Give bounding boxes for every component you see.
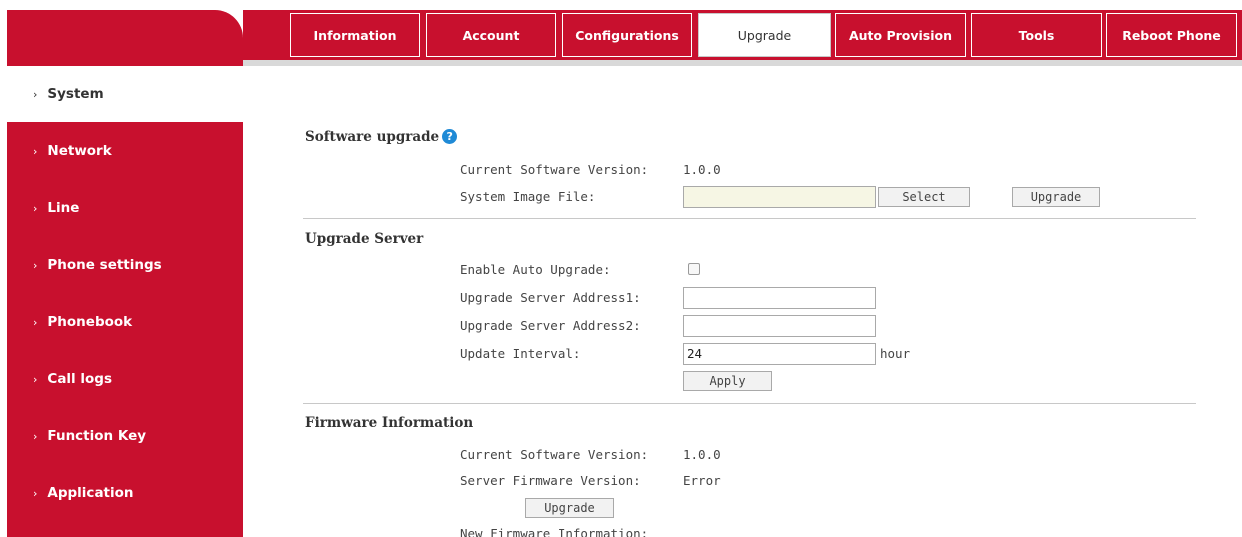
system-image-file-label: System Image File: (460, 189, 596, 204)
chevron-right-icon: › (33, 315, 38, 329)
tab-tools[interactable]: Tools (971, 13, 1102, 57)
tab-configurations[interactable]: Configurations (562, 13, 692, 57)
sidebar-item-network[interactable]: › Network (7, 123, 243, 179)
tab-upgrade[interactable]: Upgrade (698, 13, 831, 57)
firmware-information-title: Firmware Information (305, 415, 474, 431)
section-divider (303, 218, 1196, 219)
tab-reboot-phone[interactable]: Reboot Phone (1106, 13, 1237, 57)
sidebar-item-phonebook[interactable]: › Phonebook (7, 294, 243, 350)
sidebar-item-application[interactable]: › Application (7, 465, 243, 521)
sidebar-item-label: Function Key (47, 428, 147, 444)
select-file-button[interactable]: Select (878, 187, 970, 207)
sidebar: › System › Network › Line › Phone settin… (7, 10, 243, 537)
new-firmware-information-label: New Firmware Information: (460, 526, 649, 537)
current-software-version-label: Current Software Version: (460, 162, 649, 177)
upgrade-server-address2-input[interactable] (683, 315, 876, 337)
sidebar-item-label: Application (47, 485, 134, 501)
upgrade-server-title: Upgrade Server (305, 231, 424, 247)
apply-button[interactable]: Apply (683, 371, 772, 391)
sidebar-item-phone-settings[interactable]: › Phone settings (7, 237, 243, 293)
sidebar-item-label: Phonebook (47, 314, 133, 330)
server-firmware-version-value: Error (683, 473, 721, 488)
software-upgrade-title: Software upgrade? (305, 129, 458, 145)
firmware-upgrade-button[interactable]: Upgrade (525, 498, 614, 518)
tab-account[interactable]: Account (426, 13, 556, 57)
upgrade-panel: Software upgrade? Current Software Versi… (243, 66, 1242, 537)
sidebar-item-function-key[interactable]: › Function Key (7, 408, 243, 464)
update-interval-label: Update Interval: (460, 346, 581, 361)
update-interval-unit: hour (880, 346, 911, 361)
server-firmware-version-label: Server Firmware Version: (460, 473, 641, 488)
software-upgrade-button[interactable]: Upgrade (1012, 187, 1100, 207)
tab-information[interactable]: Information (290, 13, 420, 57)
sidebar-item-system[interactable]: › System (7, 66, 243, 122)
sidebar-item-label: Network (47, 143, 112, 159)
sidebar-item-label: Call logs (47, 371, 112, 387)
enable-auto-upgrade-label: Enable Auto Upgrade: (460, 262, 611, 277)
firmware-current-version-value: 1.0.0 (683, 447, 721, 462)
system-image-file-field[interactable] (683, 186, 876, 208)
sidebar-header (7, 10, 243, 64)
chevron-right-icon: › (33, 258, 38, 272)
chevron-right-icon: › (33, 486, 38, 500)
chevron-right-icon: › (33, 201, 38, 215)
sidebar-item-call-logs[interactable]: › Call logs (7, 351, 243, 407)
sidebar-item-label: Line (47, 200, 80, 216)
chevron-right-icon: › (33, 87, 38, 101)
chevron-right-icon: › (33, 144, 38, 158)
chevron-right-icon: › (33, 429, 38, 443)
update-interval-input[interactable]: 24 (683, 343, 876, 365)
tab-auto-provision[interactable]: Auto Provision (835, 13, 966, 57)
sidebar-item-label: System (47, 86, 104, 102)
tab-bar: Information Account Configurations Upgra… (243, 10, 1242, 66)
sidebar-item-line[interactable]: › Line (7, 180, 243, 236)
section-divider (303, 403, 1196, 404)
chevron-right-icon: › (33, 372, 38, 386)
current-software-version-value: 1.0.0 (683, 162, 721, 177)
enable-auto-upgrade-checkbox[interactable] (688, 263, 700, 275)
upgrade-server-address1-label: Upgrade Server Address1: (460, 290, 641, 305)
help-icon[interactable]: ? (442, 129, 458, 144)
sidebar-item-label: Phone settings (47, 257, 162, 273)
upgrade-server-address1-input[interactable] (683, 287, 876, 309)
upgrade-server-address2-label: Upgrade Server Address2: (460, 318, 641, 333)
firmware-current-version-label: Current Software Version: (460, 447, 649, 462)
section-title-text: Software upgrade (305, 129, 440, 145)
